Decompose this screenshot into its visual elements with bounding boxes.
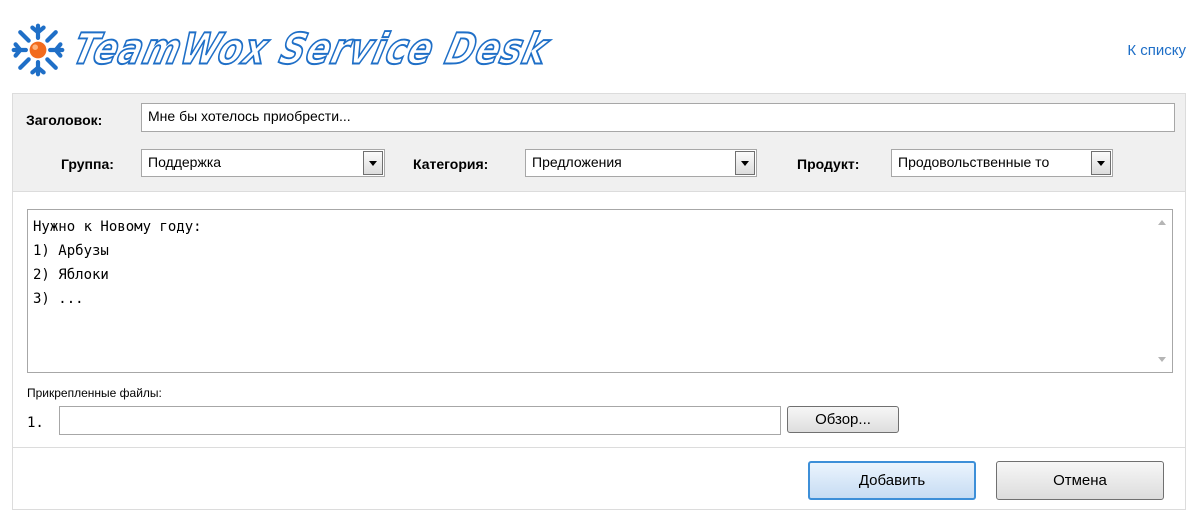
- back-to-list-link[interactable]: К списку: [1127, 42, 1186, 59]
- group-select[interactable]: Поддержка: [141, 149, 385, 177]
- vertical-scrollbar[interactable]: [1152, 210, 1172, 372]
- add-button[interactable]: Добавить: [808, 461, 976, 500]
- product-select[interactable]: Продовольственные то: [891, 149, 1113, 177]
- attachments-label: Прикрепленные файлы:: [27, 386, 162, 400]
- group-select-value: Поддержка: [148, 154, 222, 170]
- category-select-value: Предложения: [532, 154, 622, 170]
- category-select[interactable]: Предложения: [525, 149, 757, 177]
- description-textarea[interactable]: Нужно к Новому году: 1) Арбузы 2) Яблоки…: [27, 209, 1173, 373]
- ticket-form: Заголовок: Мне бы хотелось приобрести...…: [12, 93, 1186, 510]
- chevron-down-icon[interactable]: [363, 151, 383, 175]
- group-label: Группа:: [61, 156, 114, 172]
- scroll-down-icon[interactable]: [1158, 357, 1166, 362]
- scroll-up-icon[interactable]: [1158, 220, 1166, 225]
- product-label: Продукт:: [797, 156, 860, 172]
- snowflake-logo-icon: [11, 23, 65, 77]
- attachment-index: 1.: [27, 415, 44, 431]
- description-text: Нужно к Новому году: 1) Арбузы 2) Яблоки…: [33, 219, 202, 307]
- browse-button[interactable]: Обзор...: [787, 406, 899, 433]
- title-input[interactable]: Мне бы хотелось приобрести...: [141, 103, 1175, 132]
- cancel-button[interactable]: Отмена: [996, 461, 1164, 500]
- title-label: Заголовок:: [26, 112, 103, 128]
- category-label: Категория:: [413, 156, 489, 172]
- file-path-input[interactable]: [59, 406, 781, 435]
- chevron-down-icon[interactable]: [1091, 151, 1111, 175]
- divider: [13, 447, 1185, 448]
- logo-text: TeamWox Service Desk: [67, 24, 554, 75]
- chevron-down-icon[interactable]: [735, 151, 755, 175]
- logo: TeamWox Service Desk: [10, 20, 554, 80]
- product-select-value: Продовольственные то: [898, 154, 1050, 170]
